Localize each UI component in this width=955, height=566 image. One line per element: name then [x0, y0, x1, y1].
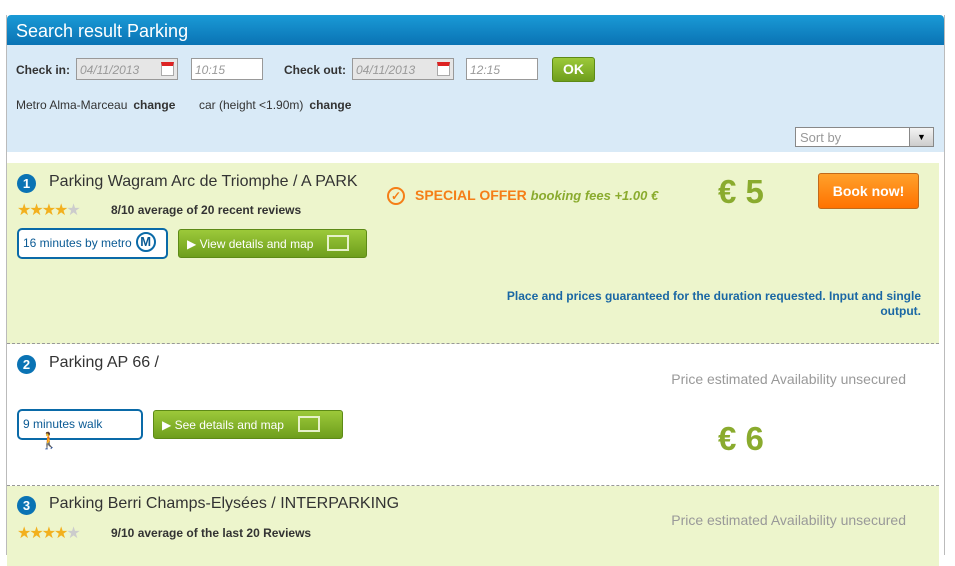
offer-fee: booking fees +1.00 € [530, 188, 659, 203]
distance-text: 16 minutes by metro [23, 236, 132, 251]
metro-icon: M [135, 232, 156, 252]
guarantee-text: Place and prices guaranteed for the dura… [506, 289, 921, 318]
change-vehicle-link[interactable]: change [309, 98, 351, 112]
distance-badge: 9 minutes walk 🚶 [17, 409, 143, 450]
map-icon [297, 416, 320, 433]
view-details-button[interactable]: ▶ View details and map [178, 229, 367, 258]
special-offer: ✓ SPECIAL OFFER booking fees +1.00 € [387, 187, 659, 206]
page-title: Search result Parking [7, 15, 944, 45]
price: € 5 [718, 173, 764, 210]
checkin-date-field[interactable]: 04/11/2013 [76, 58, 178, 80]
ok-button[interactable]: OK [552, 57, 595, 82]
checkout-label: Check out: [284, 63, 347, 77]
result-title[interactable]: Parking AP 66 / [49, 354, 159, 372]
result-title[interactable]: Parking Berri Champs-Elysées / INTERPARK… [49, 495, 399, 513]
change-location-link[interactable]: change [133, 98, 175, 112]
map-icon [327, 235, 350, 252]
checkout-time-field[interactable]: 12:15 [466, 58, 538, 80]
estimate-text: Price estimated Availability unsecured [671, 371, 906, 387]
walking-icon: 🚶 [39, 433, 59, 450]
chevron-down-icon[interactable]: ▼ [909, 128, 933, 146]
result-item: 1 Parking Wagram Arc de Triomphe / A PAR… [7, 163, 939, 344]
result-number: 2 [17, 355, 36, 374]
checkin-time-field[interactable]: 10:15 [191, 58, 263, 80]
see-details-button[interactable]: ▶ See details and map [153, 410, 343, 439]
rating-stars: ★★★★★ [17, 202, 81, 219]
checkmark-icon: ✓ [387, 187, 405, 206]
checkin-label: Check in: [16, 63, 71, 77]
distance-text: 9 minutes walk [23, 417, 103, 431]
sort-by-select[interactable]: Sort by ▼ [795, 127, 934, 147]
result-item: 2 Parking AP 66 / Price estimated Availa… [7, 344, 939, 486]
calendar-icon[interactable] [161, 62, 174, 76]
checkout-date-field[interactable]: 04/11/2013 [352, 58, 454, 80]
result-number: 3 [17, 496, 36, 515]
result-item: 3 Parking Berri Champs-Elysées / INTERPA… [7, 486, 939, 566]
rating-stars: ★★★★★ [17, 525, 81, 542]
checkout-date-value: 04/11/2013 [356, 63, 416, 77]
book-now-button[interactable]: Book now! [818, 173, 919, 209]
price: € 6 [718, 420, 764, 457]
calendar-icon[interactable] [437, 62, 450, 76]
result-title[interactable]: Parking Wagram Arc de Triomphe / A PARK [49, 173, 358, 191]
reviews-text: 9/10 average of the last 20 Reviews [111, 526, 312, 540]
offer-label: SPECIAL OFFER [415, 187, 527, 203]
checkin-date-value: 04/11/2013 [80, 63, 140, 77]
sort-by-value: Sort by [800, 130, 842, 145]
search-results-panel: Search result Parking Check in: 04/11/20… [6, 15, 945, 566]
details-label: View details and map [199, 237, 314, 251]
distance-badge: 16 minutes by metro M [17, 228, 168, 259]
estimate-text: Price estimated Availability unsecured [671, 512, 906, 528]
details-label: See details and map [174, 418, 284, 432]
search-filters: Check in: 04/11/2013 10:15 Check out: 04… [7, 45, 944, 152]
location-text: Metro Alma-Marceau [16, 98, 128, 112]
result-number: 1 [17, 174, 36, 193]
reviews-text: 8/10 average of 20 recent reviews [111, 203, 302, 217]
vehicle-text: car (height <1.90m) [199, 98, 304, 112]
